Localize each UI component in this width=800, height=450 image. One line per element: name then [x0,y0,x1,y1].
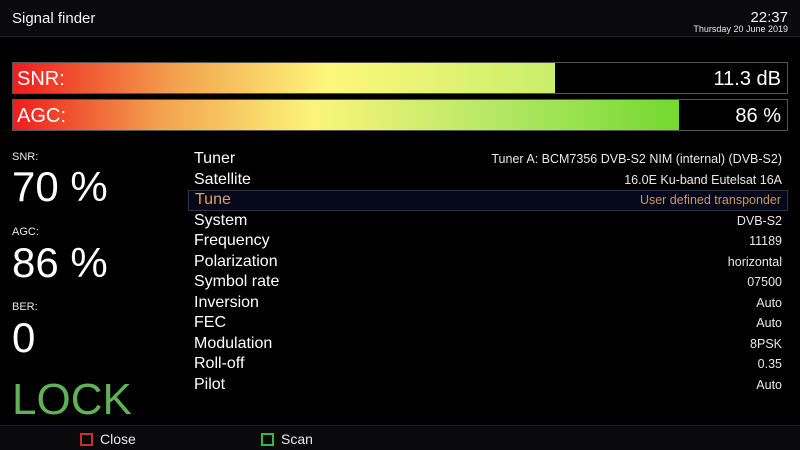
row-roll-off[interactable]: Roll-off 0.35 [188,354,788,375]
row-value: DVB-S2 [736,213,782,228]
row-value: 0.35 [757,357,782,371]
ber-label: BER: [12,301,38,313]
row-label: Pilot [194,375,226,393]
row-pilot[interactable]: Pilot Auto [188,375,788,396]
row-label: Satellite [194,170,251,188]
row-fec[interactable]: FEC Auto [188,313,788,334]
header-bar: Signal finder 22:37 Thursday 20 June 201… [0,0,800,37]
row-symbol-rate[interactable]: Symbol rate 07500 [188,272,788,293]
row-inversion[interactable]: Inversion Auto [188,293,788,314]
row-label: Symbol rate [194,273,280,290]
red-key-icon [80,432,93,446]
row-value: User defined transponder [639,193,781,207]
scan-button-label: Scan [281,431,313,447]
snr-value: 70 % [12,163,108,210]
snr-bar-value: 11.3 dB [713,68,781,90]
snr-bar: SNR: 11.3 dB [12,62,788,94]
row-value: 11189 [749,234,782,248]
row-value: horizontal [727,254,782,269]
agc-value: 86 % [12,239,108,286]
row-polarization[interactable]: Polarization horizontal [188,252,788,273]
agc-bar: AGC: 86 % [12,99,788,131]
row-value: Tuner A: BCM7356 DVB-S2 NIM (internal) (… [491,152,782,166]
snr-bar-fill [13,63,555,93]
snr-bar-label: SNR: [17,68,65,90]
snr-label: SNR: [12,151,39,163]
close-button-label: Close [100,431,136,447]
row-system[interactable]: System DVB-S2 [188,211,788,232]
row-label: Roll-off [194,355,245,372]
row-modulation[interactable]: Modulation 8PSK [188,334,788,355]
scan-button[interactable]: Scan [261,430,313,448]
row-label: Tune [195,191,231,208]
row-value: 16.0E Ku-band Eutelsat 16A [624,172,782,187]
agc-bar-label: AGC: [17,105,66,127]
row-value: Auto [756,377,782,392]
row-tuner[interactable]: Tuner Tuner A: BCM7356 DVB-S2 NIM (intern… [188,149,788,170]
row-label: Frequency [194,232,270,249]
footer-bar: Close Scan [0,425,800,450]
row-value: Auto [756,295,782,310]
row-tune[interactable]: Tune User defined transponder [188,190,788,211]
row-label: System [194,211,248,229]
row-label: Modulation [194,334,273,352]
row-value: 07500 [747,275,782,289]
ber-value: 0 [12,314,36,361]
date: Thursday 20 June 2019 [693,24,788,34]
row-label: Polarization [194,252,278,270]
agc-label: AGC: [12,226,39,238]
row-frequency[interactable]: Frequency 11189 [188,231,788,252]
settings-list: Tuner Tuner A: BCM7356 DVB-S2 NIM (intern… [188,149,788,395]
page-title: Signal finder [12,10,96,27]
green-key-icon [261,432,274,446]
row-value: Auto [756,316,782,330]
agc-bar-value: 86 % [735,105,781,127]
row-value: 8PSK [750,336,782,351]
close-button[interactable]: Close [80,430,136,448]
row-label: Tuner [194,150,236,167]
row-label: Inversion [194,293,259,311]
lock-status: LOCK [12,375,132,424]
agc-bar-fill [13,100,679,130]
row-label: FEC [194,314,226,331]
row-satellite[interactable]: Satellite 16.0E Ku-band Eutelsat 16A [188,170,788,191]
